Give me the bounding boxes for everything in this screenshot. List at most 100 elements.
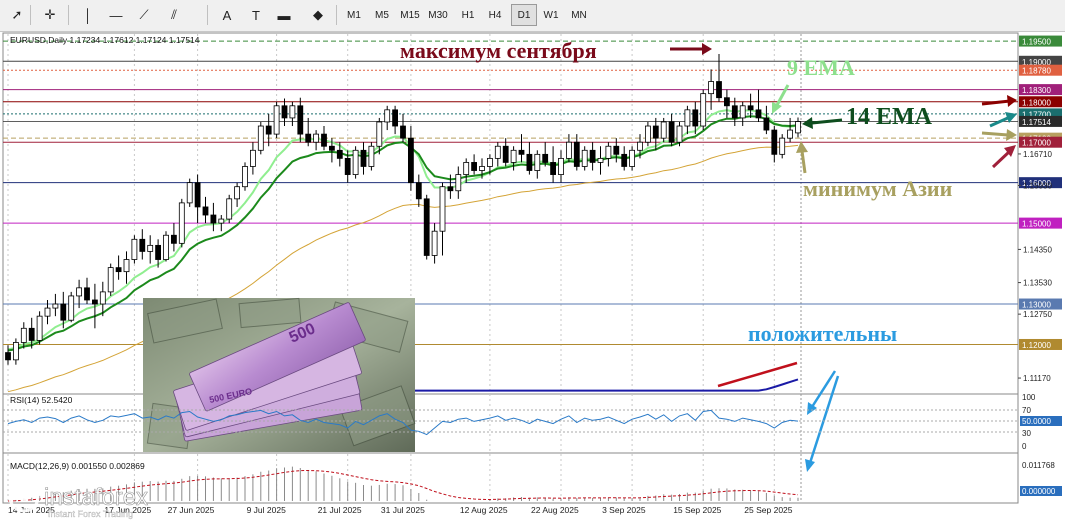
channel-tool-button[interactable]: ⫽ (162, 4, 186, 26)
candle-body (605, 145, 612, 159)
horizontal-line-icon: — (109, 7, 123, 23)
candle-body (218, 218, 225, 224)
candle-body (431, 230, 438, 256)
y-tick-label: 1.16710 (1023, 150, 1052, 159)
candle-body (336, 149, 343, 159)
candle-body (447, 186, 454, 192)
y-tick-label: 1.15930 (1023, 181, 1052, 190)
candle-body (510, 149, 517, 163)
candle-body (407, 137, 414, 184)
timeframe-h1[interactable]: H1 (455, 4, 481, 26)
candle-body (226, 198, 233, 220)
price-level-label: 1.17000 (1022, 139, 1051, 148)
rectangle-tool-button[interactable]: ▬ (272, 4, 296, 26)
candle-body (629, 149, 635, 167)
candle-body (471, 162, 478, 171)
toolbar-separator (336, 5, 337, 25)
symbol-info-label: EURUSD,Daily 1.17234 1.17612 1.17124 1.1… (10, 35, 200, 45)
candle-body (502, 145, 509, 163)
candle-body (787, 129, 793, 139)
annotation-ema9: 9 EMA (787, 55, 855, 80)
timeframe-m5[interactable]: M5 (369, 4, 395, 26)
timeframe-m1[interactable]: M1 (341, 4, 367, 26)
candle-body (36, 315, 43, 341)
price-level-label: 1.18300 (1022, 86, 1051, 95)
x-tick-label: 27 Jun 2025 (168, 505, 215, 515)
candle-body (518, 149, 525, 155)
crosshair-tool-button[interactable]: ✛ (38, 4, 62, 26)
candle-body (668, 121, 675, 143)
cursor-icon: ➚ (11, 7, 23, 22)
candle-body (747, 105, 754, 111)
candle-body (131, 238, 138, 260)
candle-body (423, 198, 430, 256)
shapes-icon: ◆ (313, 7, 323, 22)
candle-body (795, 121, 801, 134)
candle-body (771, 129, 778, 155)
chart-svg[interactable]: 1.195001.190001.187801.183001.180001.177… (0, 31, 1065, 523)
watermark-tagline: Instant Forex Trading (48, 509, 133, 519)
timeframe-d1[interactable]: D1 (511, 4, 537, 26)
candle-body (763, 117, 770, 131)
x-tick-label: 25 Sep 2025 (744, 505, 792, 515)
timeframe-m30[interactable]: M30 (425, 4, 451, 26)
toolbar-separator (30, 5, 31, 25)
candle-body (621, 153, 628, 167)
annotation-sep-high: максимум сентября (400, 38, 597, 63)
candle-body (257, 125, 264, 151)
watermark-brand: instaforex (44, 484, 148, 511)
candle-body (581, 149, 588, 167)
channel-icon: ⫽ (171, 7, 177, 22)
candle-body (479, 166, 485, 171)
timeframe-w1[interactable]: W1 (538, 4, 564, 26)
trendline-tool-button[interactable]: ⟋ (132, 4, 156, 26)
candle-body (344, 157, 351, 175)
x-tick-label: 12 Aug 2025 (460, 505, 508, 515)
x-tick-label: 9 Jul 2025 (247, 505, 286, 515)
price-level-label: 1.15000 (1022, 220, 1051, 229)
candle-body (107, 267, 114, 293)
candle-body (463, 162, 470, 175)
candle-body (692, 109, 699, 127)
candle-body (589, 149, 596, 163)
candle-body (147, 244, 154, 252)
timeframe-m15[interactable]: M15 (397, 4, 423, 26)
candle-body (12, 342, 19, 361)
timeframe-h4[interactable]: H4 (482, 4, 508, 26)
candle-body (352, 149, 359, 175)
candle-body (637, 141, 643, 151)
price-level-label: 1.19500 (1022, 38, 1051, 47)
candle-body (755, 109, 762, 119)
candle-body (368, 145, 375, 167)
candle-body (139, 238, 146, 252)
horizontal-line-tool-button[interactable]: — (104, 4, 128, 26)
candle-body (328, 145, 335, 151)
candle-body (597, 157, 604, 163)
crosshair-icon: ✛ (44, 7, 56, 22)
candle-body (400, 125, 406, 139)
y-tick-label: 1.12750 (1023, 310, 1052, 319)
candle-body (202, 206, 209, 216)
text-tool-tool-button[interactable]: A (215, 4, 239, 26)
candle-body (249, 149, 256, 167)
candle-body (739, 105, 746, 119)
candle-body (170, 234, 177, 244)
text-label-tool-button[interactable]: T (244, 4, 268, 26)
macd-top-value: 0.011768 (1022, 461, 1055, 470)
candle-body (724, 97, 730, 107)
macd-label: MACD(12,26,9) 0.001550 0.002869 (10, 461, 145, 471)
candle-body (716, 81, 722, 99)
candle-body (99, 291, 106, 305)
candle-body (265, 125, 272, 135)
candle-body (305, 133, 312, 143)
candle-body (155, 244, 162, 260)
cursor-tool-button[interactable]: ➚ (5, 4, 29, 26)
annotation-positive: положительны (748, 321, 897, 346)
timeframe-mn[interactable]: MN (566, 4, 592, 26)
vertical-line-tool-button[interactable]: │ (76, 4, 100, 26)
candle-body (676, 125, 683, 143)
candle-body (5, 352, 11, 361)
candle-body (281, 105, 288, 119)
y-tick-label: 1.11170 (1023, 374, 1051, 383)
shapes-tool-button[interactable]: ◆ (304, 4, 332, 26)
